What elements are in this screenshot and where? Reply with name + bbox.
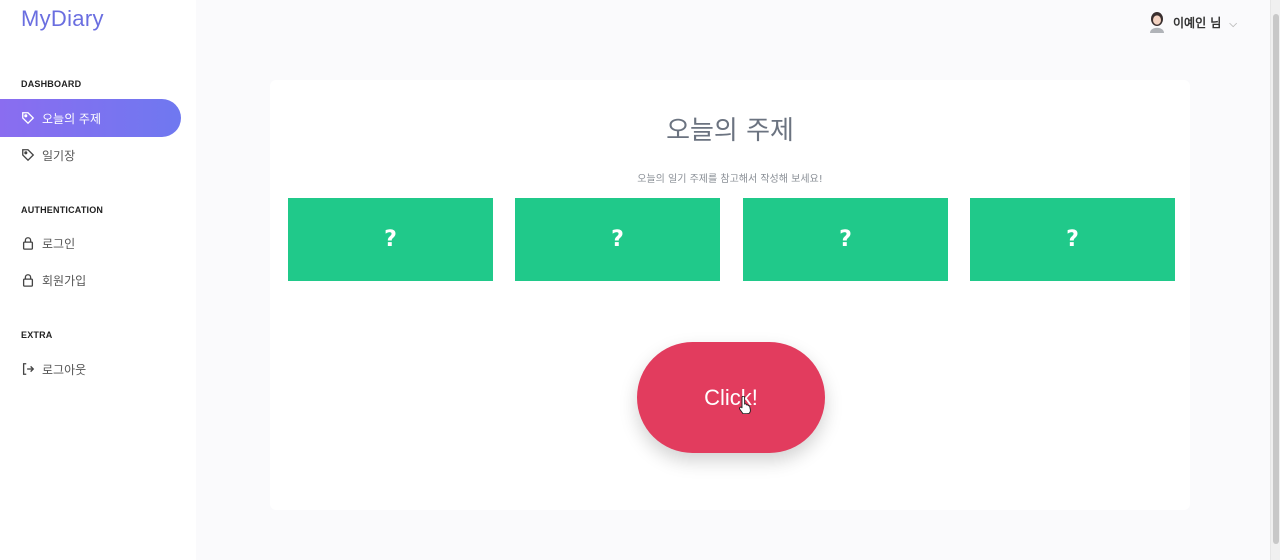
page-subtitle: 오늘의 일기 주제를 참고해서 작성해 보세요! (637, 174, 823, 185)
topic-card[interactable]: ? (288, 198, 493, 281)
brand-logo[interactable]: MyDiary (21, 6, 104, 32)
topic-card[interactable]: ? (970, 198, 1175, 281)
sidebar-item-logout[interactable]: 로그아웃 (0, 350, 181, 388)
section-title-dashboard: DASHBOARD (21, 79, 82, 89)
lock-icon (22, 274, 34, 287)
user-name: 이예인 님 (1173, 15, 1222, 30)
sidebar-item-login[interactable]: 로그인 (0, 224, 181, 262)
hand-cursor-icon (739, 396, 751, 414)
topic-card-label: ? (611, 227, 624, 252)
lock-icon (22, 237, 34, 250)
topic-card[interactable]: ? (743, 198, 948, 281)
sidebar-item-today-topic[interactable]: 오늘의 주제 (0, 99, 181, 137)
sidebar-item-signup[interactable]: 회원가입 (0, 261, 181, 299)
logout-icon (22, 363, 35, 375)
sidebar-item-label: 일기장 (42, 148, 76, 163)
tag-icon (22, 149, 35, 162)
vertical-scrollbar[interactable] (1270, 0, 1280, 560)
avatar-icon (1147, 11, 1167, 33)
sidebar-item-label: 회원가입 (42, 273, 87, 288)
sidebar-item-label: 오늘의 주제 (42, 111, 102, 126)
sidebar-item-label: 로그인 (42, 236, 76, 251)
tag-icon (22, 112, 35, 125)
page-title: 오늘의 주제 (666, 116, 794, 146)
click-button[interactable]: Click! (637, 342, 825, 453)
topic-card-label: ? (384, 227, 397, 252)
sidebar-item-label: 로그아웃 (42, 362, 87, 377)
topic-card-label: ? (839, 227, 852, 252)
sidebar-item-diary[interactable]: 일기장 (0, 136, 181, 174)
user-menu[interactable]: 이예인 님 ⌵ (1147, 8, 1237, 36)
topic-card[interactable]: ? (515, 198, 720, 281)
chevron-down-icon[interactable]: ⌵ (1229, 19, 1237, 30)
scrollbar-thumb[interactable] (1273, 14, 1279, 544)
today-topic-card: 오늘의 주제 오늘의 일기 주제를 참고해서 작성해 보세요! ? ? ? ? … (270, 80, 1190, 510)
topic-card-label: ? (1066, 227, 1079, 252)
sidebar: MyDiary DASHBOARD 오늘의 주제 일기장 AUTHENTICAT… (0, 0, 196, 560)
section-title-extra: EXTRA (21, 330, 53, 340)
section-title-authentication: AUTHENTICATION (21, 205, 104, 215)
